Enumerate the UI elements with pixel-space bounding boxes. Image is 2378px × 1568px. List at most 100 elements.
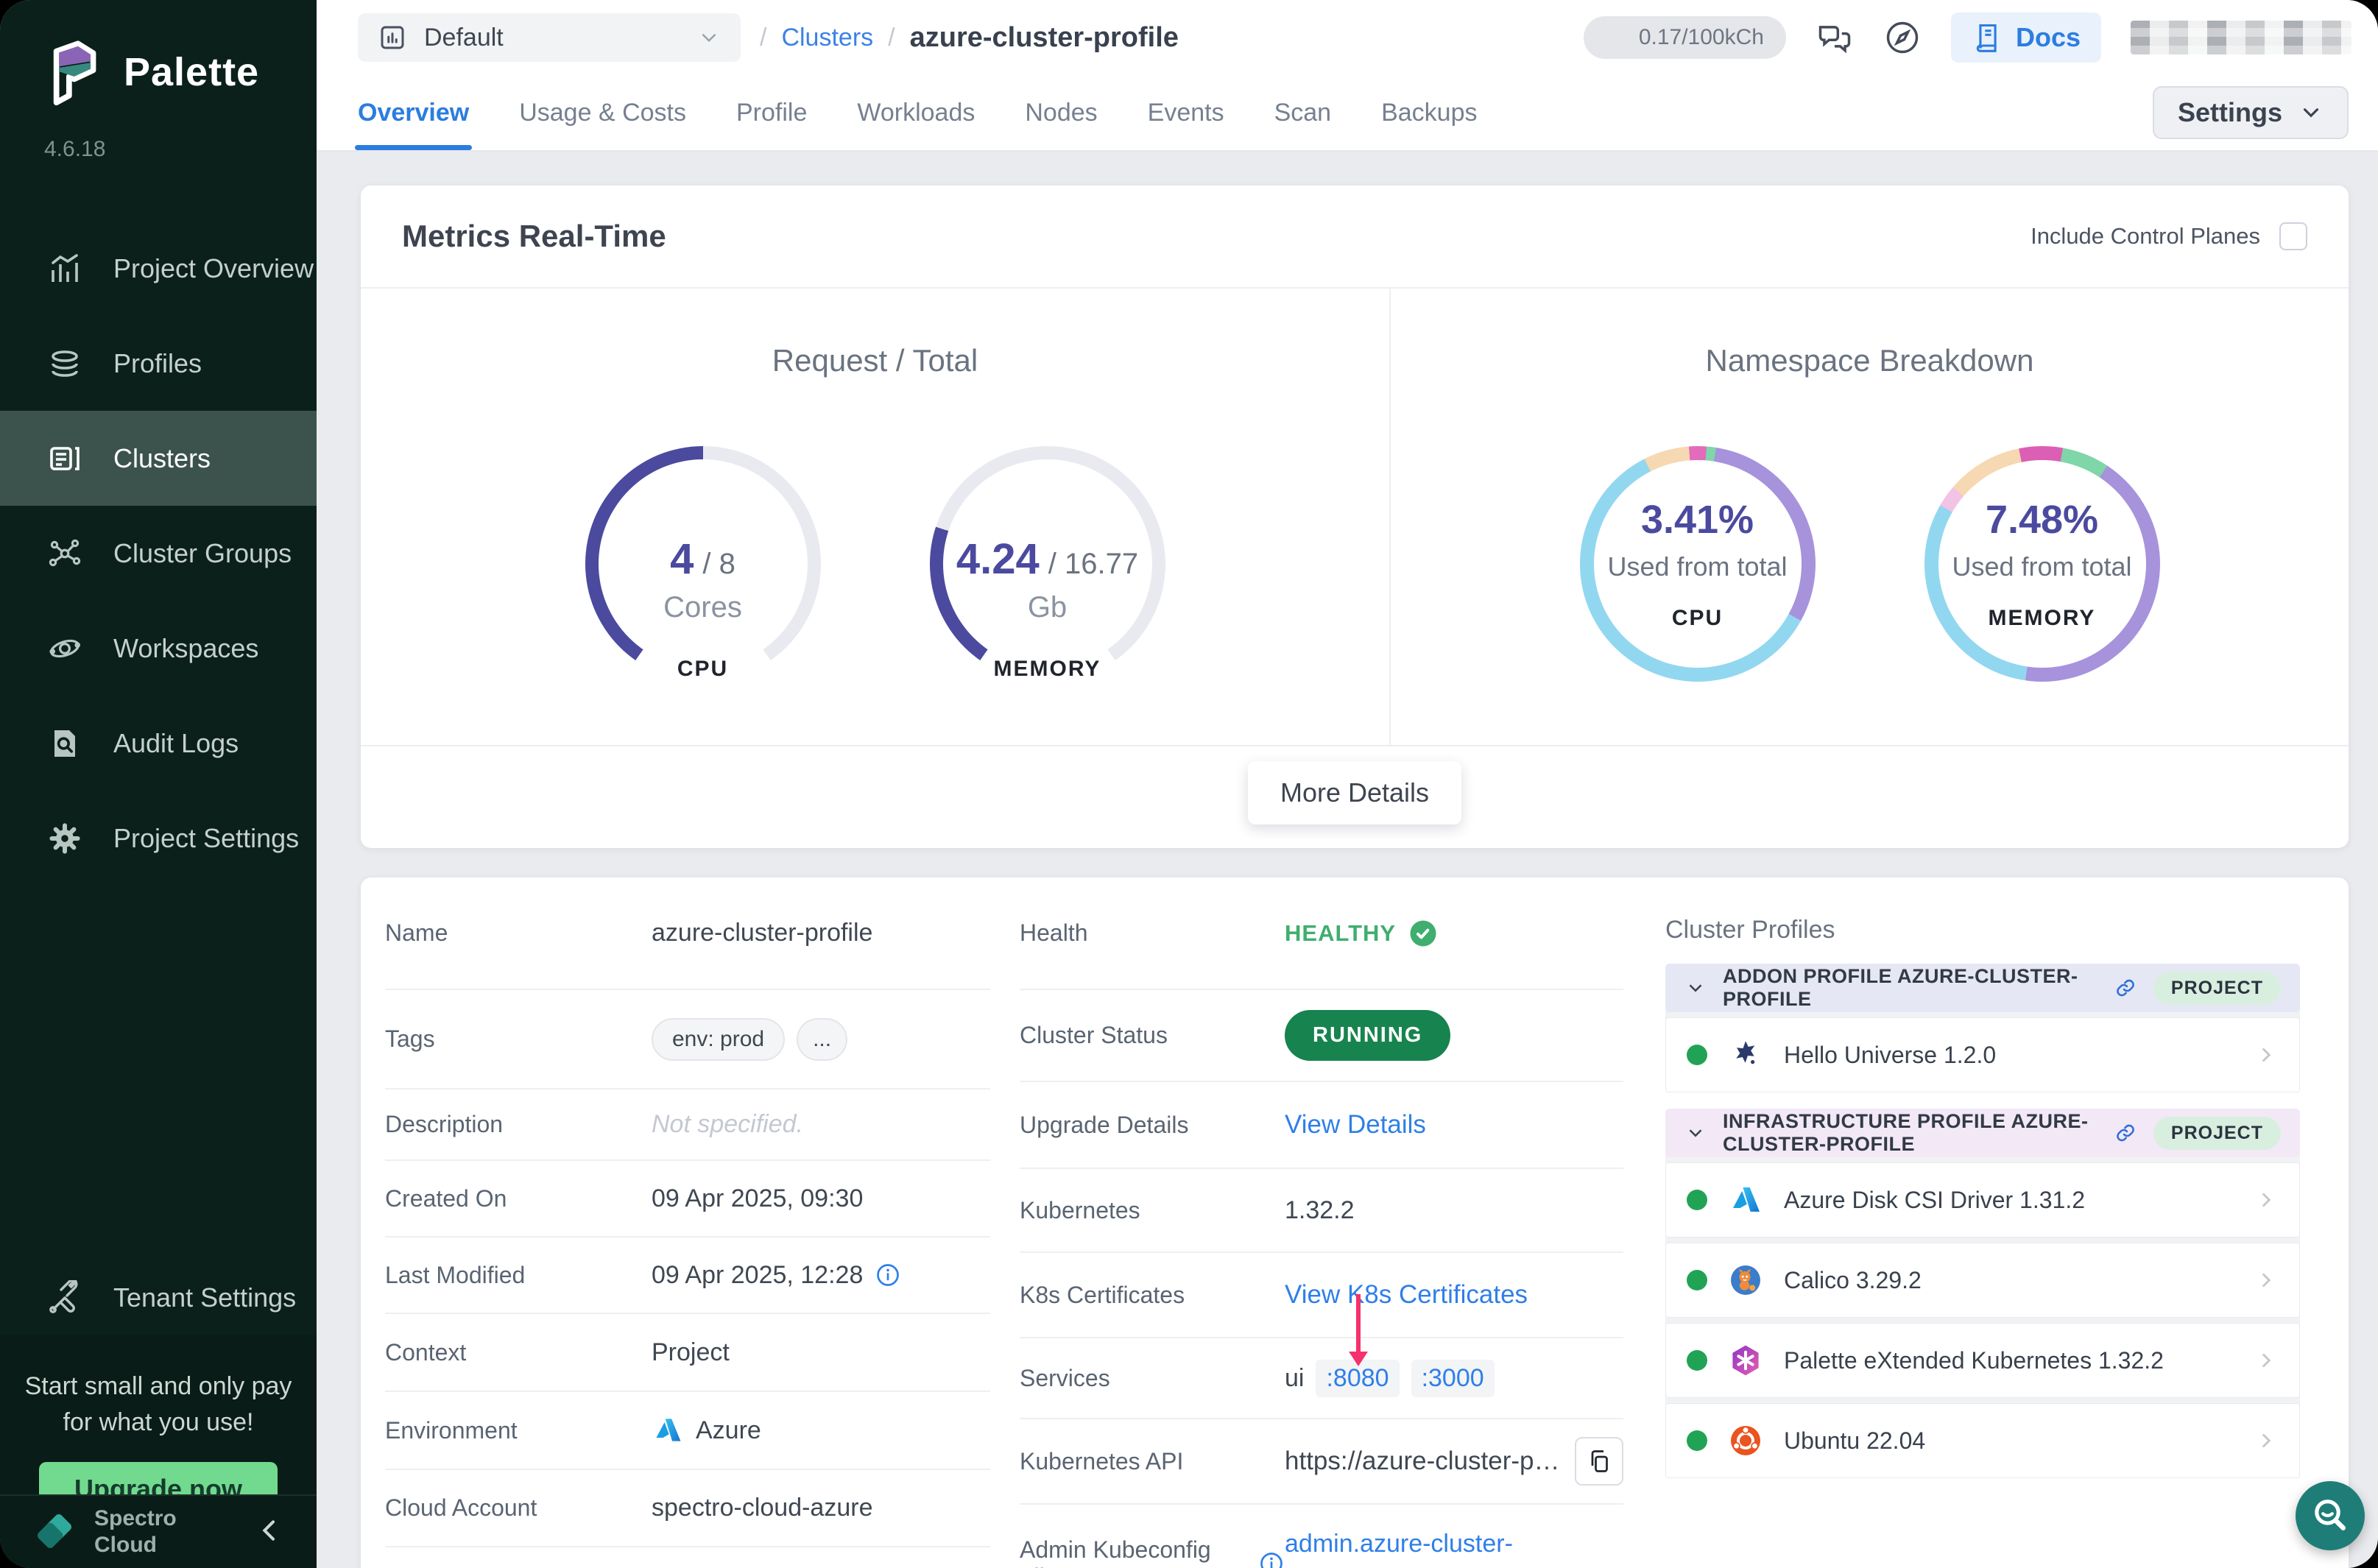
sidebar-item-project-overview[interactable]: Project Overview (0, 221, 317, 316)
tab-overview[interactable]: Overview (358, 75, 469, 150)
sidebar-item-tenant-settings[interactable]: Tenant Settings (0, 1250, 317, 1345)
kubeconfig-download-link[interactable]: admin.azure-cluster- profile.kubeconfig (1285, 1525, 1513, 1568)
chevron-right-icon (2254, 1187, 2279, 1212)
docs-label: Docs (2016, 22, 2081, 53)
explore-button[interactable] (1883, 18, 1922, 57)
azure-icon (652, 1414, 684, 1447)
main-content: Metrics Real-Time Include Control Planes… (317, 152, 2378, 1568)
ubuntu-icon (1728, 1423, 1763, 1458)
view-k8s-certificates-link[interactable]: View K8s Certificates (1285, 1280, 1528, 1310)
sidebar-item-cluster-groups[interactable]: Cluster Groups (0, 506, 317, 601)
sidebar-item-label: Project Settings (113, 823, 299, 854)
project-selector-value: Default (424, 24, 504, 52)
detail-row-name: Name azure-cluster-profile (385, 877, 990, 990)
status-row-certificates: K8s Certificates View K8s Certificates (1020, 1253, 1623, 1338)
service-name: ui (1285, 1364, 1304, 1393)
tab-scan[interactable]: Scan (1274, 75, 1332, 150)
link-icon[interactable] (2114, 976, 2137, 1000)
tag-chip[interactable]: env: prod (652, 1018, 785, 1061)
more-details-button[interactable]: More Details (1248, 761, 1461, 824)
tab-backups[interactable]: Backups (1381, 75, 1477, 150)
profile-pack-ubuntu[interactable]: Ubuntu 22.04 (1665, 1403, 2300, 1478)
status-row-kubernetes: Kubernetes 1.32.2 (1020, 1169, 1623, 1253)
infrastructure-profile-name: INFRASTRUCTURE PROFILE AZURE-CLUSTER-PRO… (1723, 1110, 2097, 1156)
breadcrumb-current: azure-cluster-profile (910, 22, 1179, 54)
service-port-3000-link[interactable]: :3000 (1411, 1360, 1495, 1397)
sidebar: Palette 4.6.18 Project Overview Profiles… (0, 0, 317, 1568)
palette-logo-icon (41, 37, 105, 107)
search-smile-icon (2310, 1495, 2351, 1536)
settings-button[interactable]: Settings (2153, 86, 2349, 139)
sidebar-item-audit-logs[interactable]: Audit Logs (0, 696, 317, 791)
docs-button[interactable]: Docs (1951, 13, 2101, 63)
namespace-memory-pct: 7.48% (1986, 497, 2098, 543)
compass-icon (1883, 18, 1922, 57)
profile-pack-calico[interactable]: Calico 3.29.2 (1665, 1243, 2300, 1318)
tags-more-chip[interactable]: ... (797, 1018, 847, 1061)
breadcrumb-separator: / (760, 24, 766, 52)
metrics-title: Metrics Real-Time (402, 219, 666, 254)
chat-button[interactable] (1816, 18, 1854, 57)
sidebar-item-workspaces[interactable]: Workspaces (0, 601, 317, 696)
project-badge: PROJECT (2153, 1117, 2281, 1150)
nodes-icon (47, 536, 82, 571)
chat-icon (1816, 18, 1854, 57)
breadcrumb: / Clusters / azure-cluster-profile (760, 22, 1179, 54)
promo-text: Start small and only pay for what you us… (0, 1369, 317, 1441)
namespace-breakdown-panel: Namespace Breakdown 3.41% Used from tota… (1391, 289, 2349, 745)
cpu-request-value: 4 (670, 534, 694, 584)
chevron-down-icon (696, 25, 721, 50)
infrastructure-profile-header[interactable]: INFRASTRUCTURE PROFILE AZURE-CLUSTER-PRO… (1665, 1109, 2300, 1157)
status-dot (1687, 1045, 1707, 1065)
profile-pack-hello-universe[interactable]: Hello Universe 1.2.0 (1665, 1017, 2300, 1092)
copy-button[interactable] (1575, 1437, 1623, 1486)
cpu-total-value: / 8 (702, 548, 735, 581)
include-control-planes-checkbox[interactable] (2279, 222, 2307, 250)
tab-workloads[interactable]: Workloads (857, 75, 975, 150)
user-name-redacted[interactable] (2131, 21, 2351, 54)
link-icon[interactable] (2114, 1121, 2137, 1145)
cluster-details-card: Name azure-cluster-profile Tags env: pro… (361, 877, 2349, 1568)
tab-usage-costs[interactable]: Usage & Costs (519, 75, 686, 150)
sidebar-item-profiles[interactable]: Profiles (0, 316, 317, 411)
copy-icon (1586, 1448, 1612, 1475)
addon-profile-name: ADDON PROFILE AZURE-CLUSTER-PROFILE (1723, 965, 2097, 1011)
sidebar-item-clusters[interactable]: Clusters (0, 411, 317, 506)
namespace-cpu-donut: 3.41% Used from total CPU (1580, 446, 1816, 682)
support-search-fab[interactable] (2296, 1481, 2365, 1550)
check-circle-icon (1408, 918, 1439, 949)
namespace-cpu-caption: Used from total (1607, 551, 1787, 582)
addon-profile-header[interactable]: ADDON PROFILE AZURE-CLUSTER-PROFILE PROJ… (1665, 964, 2300, 1012)
info-icon[interactable] (1258, 1550, 1285, 1568)
app-version: 4.6.18 (0, 107, 317, 162)
status-column: Health HEALTHY Cluster Status RUNNING Up… (1020, 877, 1623, 1568)
info-icon[interactable] (875, 1262, 901, 1288)
namespace-memory-donut: 7.48% Used from total MEMORY (1924, 446, 2160, 682)
tab-profile[interactable]: Profile (736, 75, 807, 150)
include-control-planes[interactable]: Include Control Planes (2031, 222, 2307, 250)
upgrade-promo: Start small and only pay for what you us… (0, 1335, 317, 1496)
collapse-sidebar-icon[interactable] (255, 1516, 284, 1549)
sidebar-item-project-settings[interactable]: Project Settings (0, 791, 317, 886)
cpu-gauge-label: CPU (585, 657, 821, 682)
profile-pack-azure-disk-csi[interactable]: Azure Disk CSI Driver 1.31.2 (1665, 1162, 2300, 1237)
spectro-cloud-logo-icon (29, 1508, 78, 1556)
azure-icon (1728, 1182, 1763, 1218)
pxk-icon (1728, 1343, 1763, 1378)
tab-events[interactable]: Events (1148, 75, 1224, 150)
view-details-link[interactable]: View Details (1285, 1110, 1426, 1140)
app-window: Palette 4.6.18 Project Overview Profiles… (0, 0, 2378, 1568)
status-dot (1687, 1190, 1707, 1210)
tab-nodes[interactable]: Nodes (1025, 75, 1097, 150)
brand-bar: Spectro Cloud (0, 1494, 317, 1568)
annotation-arrow (1356, 1294, 1361, 1352)
settings-label: Settings (2178, 97, 2282, 128)
breadcrumb-link-clusters[interactable]: Clusters (781, 24, 873, 52)
namespace-cpu-pct: 3.41% (1641, 497, 1754, 543)
usage-quota-pill: 0.17/100kCh (1584, 16, 1786, 59)
project-selector[interactable]: Default (358, 13, 741, 62)
detail-row-context: Context Project (385, 1314, 990, 1392)
status-dot (1687, 1350, 1707, 1371)
profile-pack-palette-extended-kubernetes[interactable]: Palette eXtended Kubernetes 1.32.2 (1665, 1323, 2300, 1398)
palette-logo[interactable]: Palette (0, 0, 317, 107)
